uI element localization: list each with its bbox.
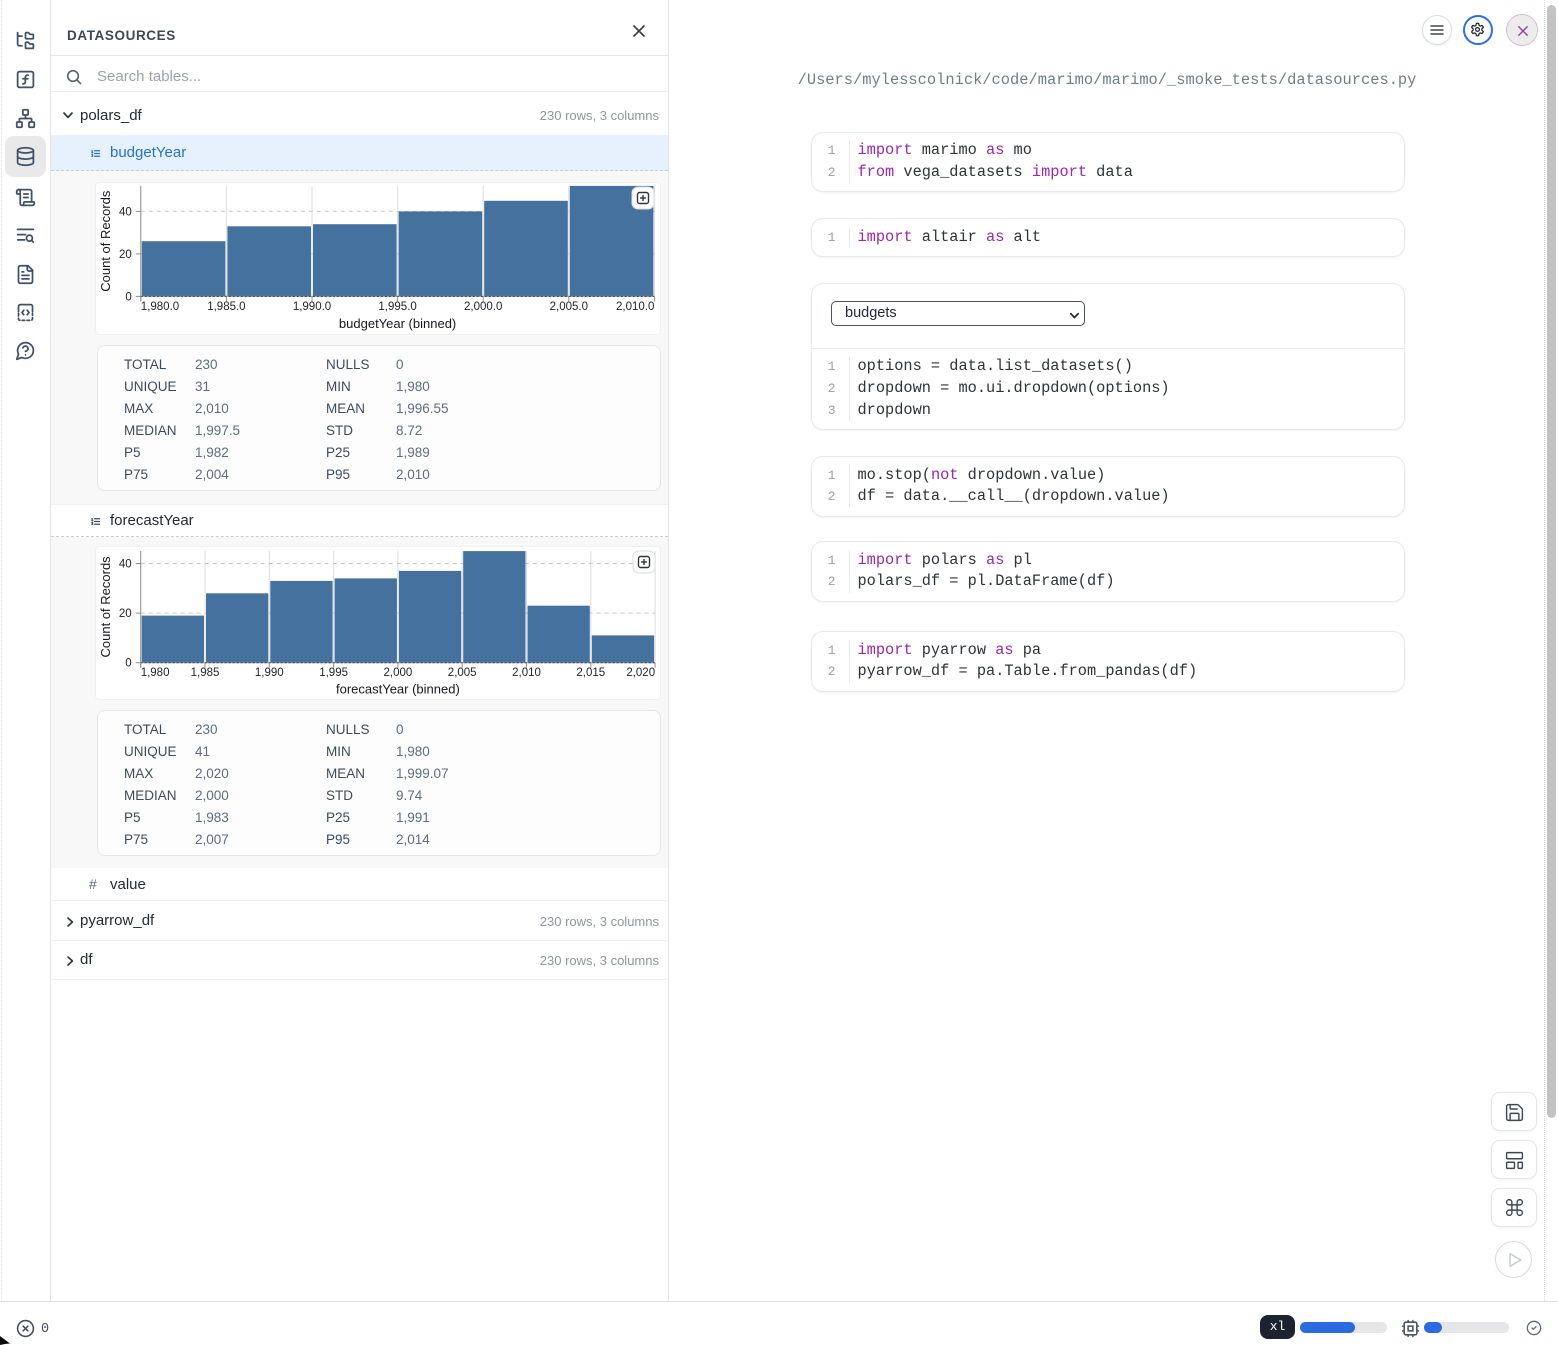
svg-text:Count of Records: Count of Records xyxy=(98,190,113,292)
svg-text:budgetYear (binned): budgetYear (binned) xyxy=(339,316,456,331)
svg-text:1,995.0: 1,995.0 xyxy=(378,301,416,313)
svg-text:40: 40 xyxy=(119,206,132,218)
svg-text:0: 0 xyxy=(125,658,131,670)
svg-text:20: 20 xyxy=(119,608,132,620)
svg-text:20: 20 xyxy=(119,249,132,261)
svg-text:forecastYear (binned): forecastYear (binned) xyxy=(336,682,460,697)
svg-text:2,015: 2,015 xyxy=(576,667,605,679)
svg-text:40: 40 xyxy=(119,559,132,571)
svg-text:2,020: 2,020 xyxy=(626,667,655,679)
svg-text:1,990: 1,990 xyxy=(255,667,284,679)
svg-text:1,995: 1,995 xyxy=(319,667,348,679)
svg-text:1,985.0: 1,985.0 xyxy=(207,301,245,313)
svg-text:1,985: 1,985 xyxy=(191,667,220,679)
svg-text:1,980: 1,980 xyxy=(141,667,170,679)
svg-text:Count of Records: Count of Records xyxy=(98,556,113,658)
svg-text:2,010: 2,010 xyxy=(512,667,541,679)
svg-text:0: 0 xyxy=(125,291,131,303)
svg-text:2,005.0: 2,005.0 xyxy=(550,301,588,313)
svg-text:1,980.0: 1,980.0 xyxy=(141,301,179,313)
svg-text:2,000: 2,000 xyxy=(384,667,413,679)
svg-text:2,005: 2,005 xyxy=(448,667,477,679)
svg-text:2,010.0: 2,010.0 xyxy=(616,301,654,313)
svg-text:1,990.0: 1,990.0 xyxy=(293,301,331,313)
svg-text:2,000.0: 2,000.0 xyxy=(464,301,502,313)
